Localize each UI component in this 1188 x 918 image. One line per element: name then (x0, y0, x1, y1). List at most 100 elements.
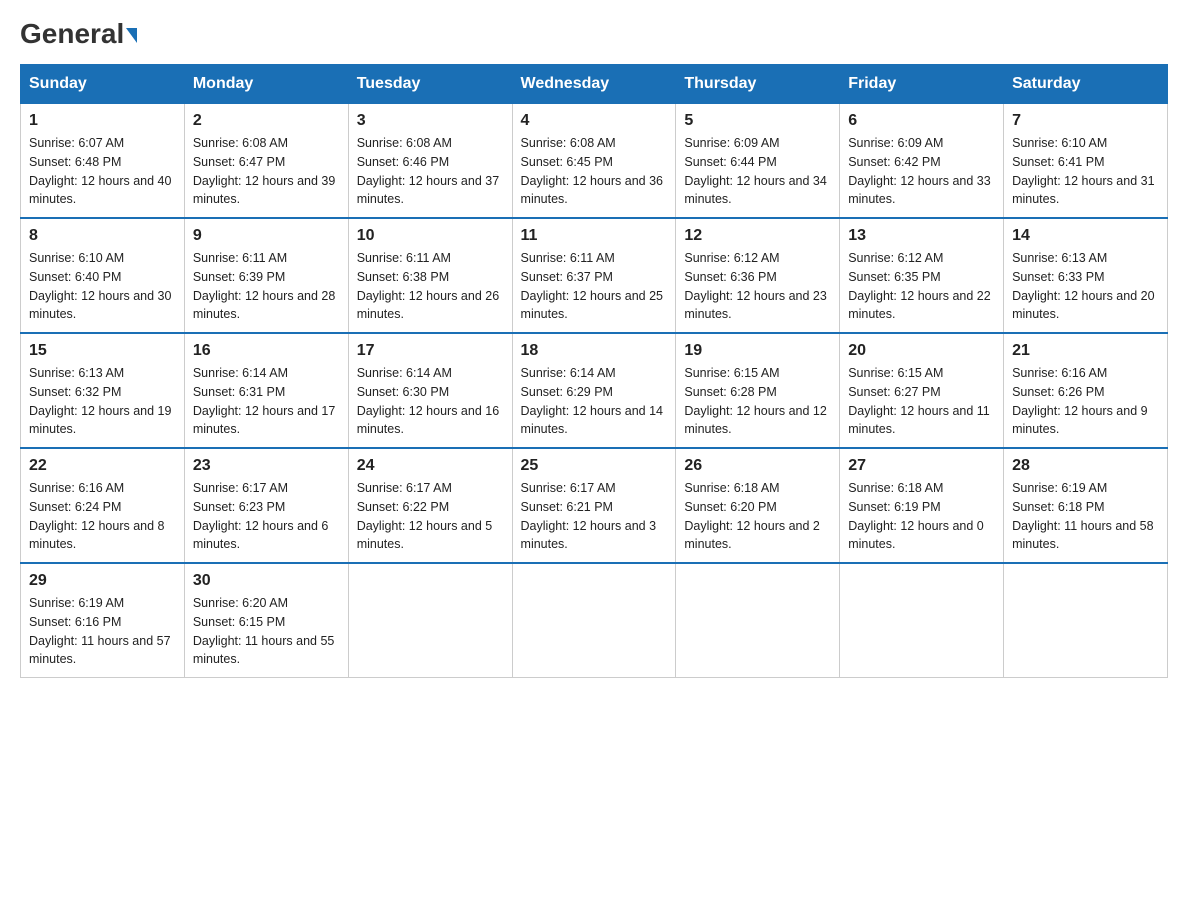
day-info: Sunrise: 6:13 AMSunset: 6:33 PMDaylight:… (1012, 249, 1159, 324)
day-number: 6 (848, 112, 995, 130)
day-info: Sunrise: 6:18 AMSunset: 6:20 PMDaylight:… (684, 479, 831, 554)
day-info: Sunrise: 6:14 AMSunset: 6:31 PMDaylight:… (193, 364, 340, 439)
calendar-day-cell: 17 Sunrise: 6:14 AMSunset: 6:30 PMDayligh… (348, 333, 512, 448)
calendar-day-cell: 23Sunrise: 6:17 AMSunset: 6:23 PMDayligh… (184, 448, 348, 563)
day-info: Sunrise: 6:20 AMSunset: 6:15 PMDaylight:… (193, 594, 340, 669)
day-info: Sunrise: 6:14 AMSunset: 6:30 PMDaylight:… (357, 364, 504, 439)
day-number: 22 (29, 457, 176, 475)
calendar-day-cell: 18 Sunrise: 6:14 AMSunset: 6:29 PMDayligh… (512, 333, 676, 448)
calendar-day-cell: 30 Sunrise: 6:20 AMSunset: 6:15 PMDayligh… (184, 563, 348, 678)
calendar-week-row: 8 Sunrise: 6:10 AMSunset: 6:40 PMDaylight… (21, 218, 1168, 333)
day-number: 15 (29, 342, 176, 360)
day-info: Sunrise: 6:07 AMSunset: 6:48 PMDaylight:… (29, 134, 176, 209)
calendar-day-cell: 15 Sunrise: 6:13 AMSunset: 6:32 PMDayligh… (21, 333, 185, 448)
day-number: 12 (684, 227, 831, 245)
calendar-day-cell (840, 563, 1004, 678)
calendar-day-cell: 19 Sunrise: 6:15 AMSunset: 6:28 PMDayligh… (676, 333, 840, 448)
calendar-day-cell: 14Sunrise: 6:13 AMSunset: 6:33 PMDayligh… (1004, 218, 1168, 333)
day-number: 4 (521, 112, 668, 130)
day-info: Sunrise: 6:08 AMSunset: 6:46 PMDaylight:… (357, 134, 504, 209)
day-number: 1 (29, 112, 176, 130)
day-info: Sunrise: 6:12 AMSunset: 6:35 PMDaylight:… (848, 249, 995, 324)
day-number: 24 (357, 457, 504, 475)
calendar-day-cell: 12 Sunrise: 6:12 AMSunset: 6:36 PMDayligh… (676, 218, 840, 333)
day-info: Sunrise: 6:08 AMSunset: 6:47 PMDaylight:… (193, 134, 340, 209)
day-info: Sunrise: 6:13 AMSunset: 6:32 PMDaylight:… (29, 364, 176, 439)
day-of-week-header: Wednesday (512, 65, 676, 104)
calendar-header-row: SundayMondayTuesdayWednesdayThursdayFrid… (21, 65, 1168, 104)
day-of-week-header: Sunday (21, 65, 185, 104)
calendar-day-cell: 1 Sunrise: 6:07 AMSunset: 6:48 PMDaylight… (21, 104, 185, 219)
day-number: 5 (684, 112, 831, 130)
day-of-week-header: Tuesday (348, 65, 512, 104)
day-number: 17 (357, 342, 504, 360)
calendar-day-cell: 11 Sunrise: 6:11 AMSunset: 6:37 PMDayligh… (512, 218, 676, 333)
day-info: Sunrise: 6:17 AMSunset: 6:22 PMDaylight:… (357, 479, 504, 554)
calendar-day-cell: 8 Sunrise: 6:10 AMSunset: 6:40 PMDaylight… (21, 218, 185, 333)
logo-line1: General (20, 20, 137, 48)
calendar-day-cell: 26 Sunrise: 6:18 AMSunset: 6:20 PMDayligh… (676, 448, 840, 563)
day-info: Sunrise: 6:16 AMSunset: 6:26 PMDaylight:… (1012, 364, 1159, 439)
day-info: Sunrise: 6:16 AMSunset: 6:24 PMDaylight:… (29, 479, 176, 554)
day-info: Sunrise: 6:11 AMSunset: 6:38 PMDaylight:… (357, 249, 504, 324)
calendar-day-cell: 2 Sunrise: 6:08 AMSunset: 6:47 PMDaylight… (184, 104, 348, 219)
calendar-table: SundayMondayTuesdayWednesdayThursdayFrid… (20, 64, 1168, 678)
day-number: 20 (848, 342, 995, 360)
day-number: 23 (193, 457, 340, 475)
calendar-week-row: 29 Sunrise: 6:19 AMSunset: 6:16 PMDayligh… (21, 563, 1168, 678)
calendar-day-cell: 24 Sunrise: 6:17 AMSunset: 6:22 PMDayligh… (348, 448, 512, 563)
calendar-day-cell (512, 563, 676, 678)
day-info: Sunrise: 6:14 AMSunset: 6:29 PMDaylight:… (521, 364, 668, 439)
day-number: 27 (848, 457, 995, 475)
day-of-week-header: Saturday (1004, 65, 1168, 104)
calendar-day-cell: 13 Sunrise: 6:12 AMSunset: 6:35 PMDayligh… (840, 218, 1004, 333)
day-of-week-header: Monday (184, 65, 348, 104)
calendar-day-cell: 3 Sunrise: 6:08 AMSunset: 6:46 PMDaylight… (348, 104, 512, 219)
day-info: Sunrise: 6:09 AMSunset: 6:44 PMDaylight:… (684, 134, 831, 209)
day-info: Sunrise: 6:11 AMSunset: 6:37 PMDaylight:… (521, 249, 668, 324)
day-number: 8 (29, 227, 176, 245)
day-info: Sunrise: 6:08 AMSunset: 6:45 PMDaylight:… (521, 134, 668, 209)
day-number: 11 (521, 227, 668, 245)
day-info: Sunrise: 6:17 AMSunset: 6:21 PMDaylight:… (521, 479, 668, 554)
day-of-week-header: Thursday (676, 65, 840, 104)
day-number: 28 (1012, 457, 1159, 475)
calendar-day-cell: 22 Sunrise: 6:16 AMSunset: 6:24 PMDayligh… (21, 448, 185, 563)
day-info: Sunrise: 6:15 AMSunset: 6:28 PMDaylight:… (684, 364, 831, 439)
calendar-day-cell: 20Sunrise: 6:15 AMSunset: 6:27 PMDayligh… (840, 333, 1004, 448)
day-info: Sunrise: 6:10 AMSunset: 6:40 PMDaylight:… (29, 249, 176, 324)
day-number: 30 (193, 572, 340, 590)
day-info: Sunrise: 6:18 AMSunset: 6:19 PMDaylight:… (848, 479, 995, 554)
calendar-day-cell: 28Sunrise: 6:19 AMSunset: 6:18 PMDayligh… (1004, 448, 1168, 563)
day-info: Sunrise: 6:11 AMSunset: 6:39 PMDaylight:… (193, 249, 340, 324)
calendar-day-cell: 21 Sunrise: 6:16 AMSunset: 6:26 PMDayligh… (1004, 333, 1168, 448)
day-number: 2 (193, 112, 340, 130)
calendar-day-cell: 5 Sunrise: 6:09 AMSunset: 6:44 PMDaylight… (676, 104, 840, 219)
day-number: 16 (193, 342, 340, 360)
day-info: Sunrise: 6:09 AMSunset: 6:42 PMDaylight:… (848, 134, 995, 209)
calendar-day-cell: 9Sunrise: 6:11 AMSunset: 6:39 PMDaylight… (184, 218, 348, 333)
logo: General (20, 20, 137, 44)
calendar-day-cell: 25Sunrise: 6:17 AMSunset: 6:21 PMDayligh… (512, 448, 676, 563)
day-info: Sunrise: 6:12 AMSunset: 6:36 PMDaylight:… (684, 249, 831, 324)
calendar-day-cell: 4 Sunrise: 6:08 AMSunset: 6:45 PMDaylight… (512, 104, 676, 219)
day-number: 10 (357, 227, 504, 245)
day-number: 29 (29, 572, 176, 590)
calendar-day-cell: 29 Sunrise: 6:19 AMSunset: 6:16 PMDayligh… (21, 563, 185, 678)
day-number: 18 (521, 342, 668, 360)
day-info: Sunrise: 6:10 AMSunset: 6:41 PMDaylight:… (1012, 134, 1159, 209)
calendar-day-cell: 16 Sunrise: 6:14 AMSunset: 6:31 PMDayligh… (184, 333, 348, 448)
page-header: General (20, 20, 1168, 44)
calendar-day-cell (676, 563, 840, 678)
calendar-week-row: 22 Sunrise: 6:16 AMSunset: 6:24 PMDayligh… (21, 448, 1168, 563)
day-number: 13 (848, 227, 995, 245)
day-number: 19 (684, 342, 831, 360)
day-number: 21 (1012, 342, 1159, 360)
calendar-day-cell: 27 Sunrise: 6:18 AMSunset: 6:19 PMDayligh… (840, 448, 1004, 563)
calendar-day-cell (348, 563, 512, 678)
calendar-week-row: 1 Sunrise: 6:07 AMSunset: 6:48 PMDaylight… (21, 104, 1168, 219)
day-info: Sunrise: 6:19 AMSunset: 6:16 PMDaylight:… (29, 594, 176, 669)
calendar-week-row: 15 Sunrise: 6:13 AMSunset: 6:32 PMDayligh… (21, 333, 1168, 448)
day-number: 3 (357, 112, 504, 130)
day-number: 26 (684, 457, 831, 475)
